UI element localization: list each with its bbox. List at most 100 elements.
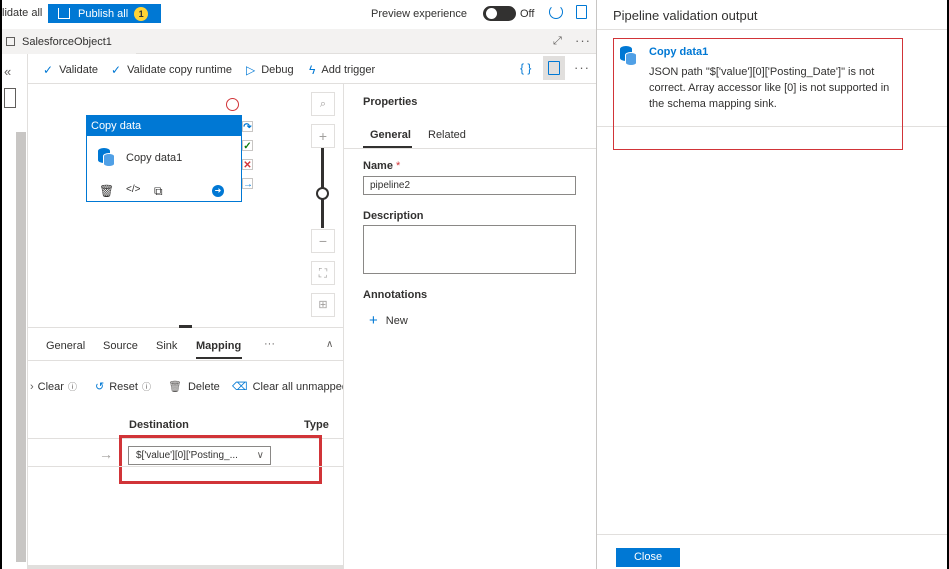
horizontal-scrollbar[interactable] <box>28 565 343 569</box>
failure-handle-icon[interactable]: ✕ <box>242 159 253 171</box>
search-icon[interactable]: ⌕ <box>311 92 335 116</box>
preview-toggle[interactable] <box>483 6 516 21</box>
add-trigger-label: Add trigger <box>321 64 376 76</box>
clear-label: Clear <box>37 380 64 393</box>
new-annotation-label: New <box>385 314 408 327</box>
destination-highlight-box <box>119 435 322 484</box>
error-indicator-icon <box>226 98 239 111</box>
code-icon[interactable]: { } <box>520 61 531 75</box>
check-icon: ✓ <box>43 63 54 77</box>
tab-sink[interactable]: Sink <box>156 340 177 352</box>
pipeline-tab-icon <box>6 37 15 46</box>
clear-all-unmapped-label: Clear all unmapped <box>252 380 348 393</box>
delete-label: Delete <box>187 380 220 393</box>
discard-icon[interactable] <box>576 5 587 19</box>
properties-tab-general[interactable]: General <box>370 129 411 141</box>
expand-icon[interactable]: ⤢ <box>553 35 562 48</box>
refresh-icon[interactable] <box>549 5 563 19</box>
trash-icon: 🗑 <box>168 381 182 393</box>
zoom-out-icon[interactable]: − <box>311 229 335 253</box>
validate-copy-runtime-label: Validate copy runtime <box>127 64 233 76</box>
zoom-slider-knob[interactable] <box>316 187 329 200</box>
validation-highlight-box <box>613 38 903 150</box>
tabs-underline <box>28 360 343 361</box>
properties-title: Properties <box>363 96 418 108</box>
validation-header-divider <box>597 29 947 30</box>
more-options-icon[interactable]: ··· <box>575 33 591 48</box>
reset-button[interactable]: ↺ Reset ⓘ <box>95 380 157 394</box>
description-textarea[interactable] <box>363 225 576 274</box>
chevron-right-icon: › <box>30 380 34 393</box>
play-icon: ▷ <box>246 63 256 77</box>
copy-data-icon <box>98 148 115 167</box>
completion-handle-icon[interactable]: → <box>242 178 253 190</box>
publish-all-label: Publish all <box>78 7 129 20</box>
clear-all-unmapped-button[interactable]: ⌫ Clear all unmapped <box>232 380 348 394</box>
required-marker: * <box>396 160 401 172</box>
name-field-label: Name * <box>363 160 401 172</box>
info-icon: ⓘ <box>141 382 151 392</box>
info-icon: ⓘ <box>67 382 77 392</box>
more-tabs-icon[interactable]: ··· <box>264 338 275 350</box>
collapse-chevron-icon[interactable]: « <box>4 64 11 79</box>
debug-button[interactable]: ▷ Debug <box>246 63 294 77</box>
publish-all-button[interactable]: Publish all 1 <box>48 4 161 23</box>
publish-icon <box>58 8 70 19</box>
zoom-in-icon[interactable]: + <box>311 124 335 148</box>
validate-copy-runtime-button[interactable]: ✓ Validate copy runtime <box>111 63 232 77</box>
collapse-panel-icon[interactable]: ∧ <box>326 339 333 350</box>
tab-source[interactable]: Source <box>103 340 138 352</box>
add-trigger-button[interactable]: ϟ Add trigger <box>309 63 375 77</box>
mapping-arrow-icon: → <box>99 446 113 462</box>
name-input[interactable]: pipeline2 <box>363 176 576 195</box>
new-annotation-button[interactable]: + New <box>369 312 408 329</box>
description-field-label: Description <box>363 210 424 222</box>
panel-drag-handle[interactable] <box>179 325 192 328</box>
skip-handle-icon[interactable]: ↷ <box>242 121 253 133</box>
validate-label: Validate <box>59 64 98 76</box>
publish-count-badge: 1 <box>134 6 149 21</box>
auto-align-icon[interactable]: ⊞ <box>311 293 335 317</box>
mapping-row-bottom-border <box>28 466 343 467</box>
validate-all-button[interactable]: lidate all <box>2 7 42 19</box>
success-handle-icon[interactable]: ✓ <box>242 140 253 152</box>
toolbar-more-icon[interactable]: ··· <box>574 60 590 75</box>
tab-label: SalesforceObject1 <box>22 35 112 48</box>
debug-label: Debug <box>261 64 294 76</box>
validate-button[interactable]: ✓ Validate <box>43 63 98 77</box>
toggle-knob <box>486 8 497 19</box>
fit-to-screen-icon[interactable]: ⛶ <box>311 261 335 285</box>
annotations-label: Annotations <box>363 289 428 301</box>
preview-experience-label: Preview experience <box>371 8 467 20</box>
plus-icon: + <box>369 312 378 329</box>
trigger-icon: ϟ <box>309 63 316 77</box>
code-activity-icon[interactable]: </> <box>126 184 140 195</box>
active-tab-indicator <box>196 357 242 359</box>
tab-salesforceobject1[interactable]: SalesforceObject1 <box>2 29 136 54</box>
type-column-header: Type <box>304 419 329 431</box>
reset-label: Reset <box>109 380 138 393</box>
check-icon: ✓ <box>111 63 122 77</box>
clone-activity-icon[interactable]: ⧉ <box>154 184 163 199</box>
left-scrollbar[interactable] <box>16 132 26 562</box>
activity-name-label: Copy data1 <box>126 152 183 164</box>
clear-button[interactable]: › Clear ⓘ <box>30 380 83 393</box>
close-button[interactable]: Close <box>616 548 680 567</box>
properties-tabs-underline <box>344 148 596 149</box>
left-rail-box[interactable] <box>4 88 16 108</box>
toggle-state-label: Off <box>520 8 535 20</box>
properties-icon[interactable] <box>543 56 565 80</box>
activity-type-label: Copy data <box>87 116 241 136</box>
reset-icon: ↺ <box>95 381 105 393</box>
validation-footer-divider <box>597 534 947 535</box>
activity-output-handles: ↷ ✓ ✕ → <box>242 121 254 197</box>
tab-mapping[interactable]: Mapping <box>196 340 241 352</box>
validation-panel-title: Pipeline validation output <box>613 8 758 23</box>
delete-button[interactable]: 🗑 Delete <box>168 380 220 394</box>
tab-general[interactable]: General <box>46 340 85 352</box>
activity-arrow-icon[interactable]: ➜ <box>212 185 224 197</box>
eraser-icon: ⌫ <box>232 381 248 393</box>
destination-column-header: Destination <box>129 419 189 431</box>
delete-activity-icon[interactable]: 🗑 <box>99 184 114 198</box>
properties-tab-related[interactable]: Related <box>428 129 466 141</box>
